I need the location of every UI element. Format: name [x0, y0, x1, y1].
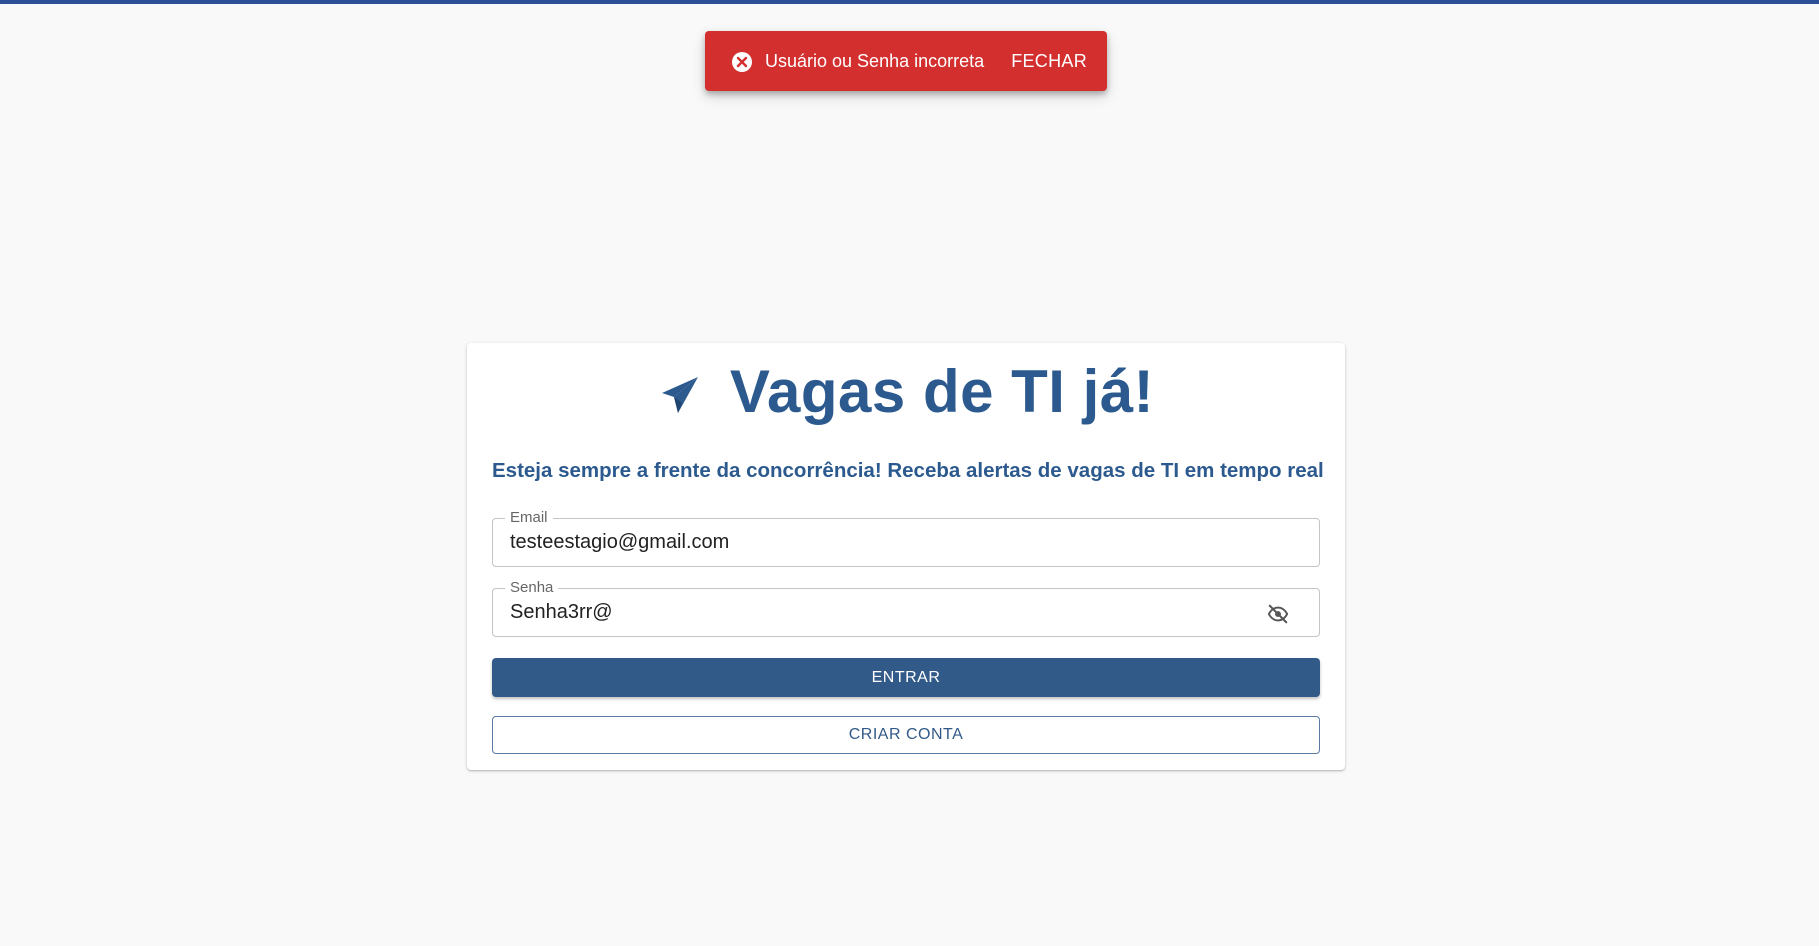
email-input[interactable]: testeestagio@gmail.com	[510, 531, 729, 554]
eye-off-icon[interactable]	[1267, 603, 1289, 625]
password-field[interactable]: Senha Senha3rr@	[492, 579, 1320, 637]
snackbar-message: Usuário ou Senha incorreta	[765, 50, 985, 71]
top-accent-bar	[0, 0, 1819, 4]
create-account-button[interactable]: CRIAR CONTA	[492, 716, 1320, 754]
error-snackbar: Usuário ou Senha incorreta FECHAR	[705, 31, 1107, 91]
page-title: Vagas de TI já!	[729, 357, 1155, 425]
password-label: Senha	[505, 579, 559, 597]
email-field[interactable]: Email testeestagio@gmail.com	[492, 509, 1320, 567]
password-input[interactable]: Senha3rr@	[510, 601, 613, 624]
paper-plane-icon	[658, 373, 702, 417]
app-header: Vagas de TI já!	[467, 351, 1345, 431]
login-button[interactable]: ENTRAR	[492, 658, 1320, 697]
close-snackbar-button[interactable]: FECHAR	[1001, 45, 1087, 78]
email-label: Email	[505, 509, 553, 527]
error-circle-icon	[731, 51, 753, 73]
page-subtitle: Esteja sempre a frente da concorrência! …	[492, 459, 1324, 482]
login-card: Vagas de TI já! Esteja sempre a frente d…	[467, 343, 1345, 770]
